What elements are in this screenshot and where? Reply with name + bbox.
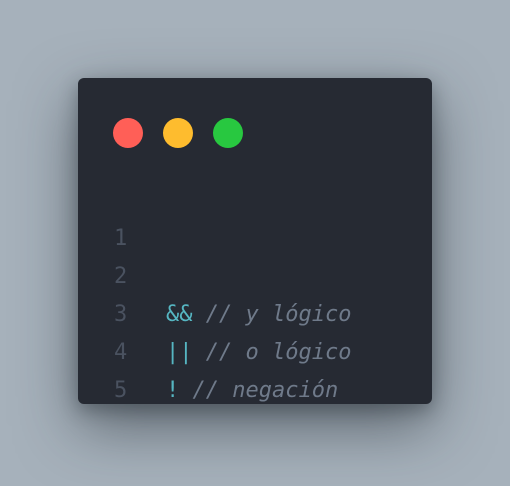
code-line: 1 [114, 182, 412, 251]
code-line: 3 || // o lógico [114, 258, 412, 365]
code-window: 1 2 && // y lógico 3 || // o lógico 4 ! … [78, 78, 432, 404]
minimize-button[interactable] [163, 118, 193, 148]
close-button[interactable] [113, 118, 143, 148]
code-line: 4 ! // negación [114, 296, 412, 403]
comment-token: // negación [179, 378, 339, 403]
code-editor[interactable]: 1 2 && // y lógico 3 || // o lógico 4 ! … [114, 182, 412, 403]
line-number: 5 [114, 378, 128, 403]
code-line: 5 [114, 334, 412, 403]
code-line: 2 && // y lógico [114, 220, 412, 327]
maximize-button[interactable] [213, 118, 243, 148]
